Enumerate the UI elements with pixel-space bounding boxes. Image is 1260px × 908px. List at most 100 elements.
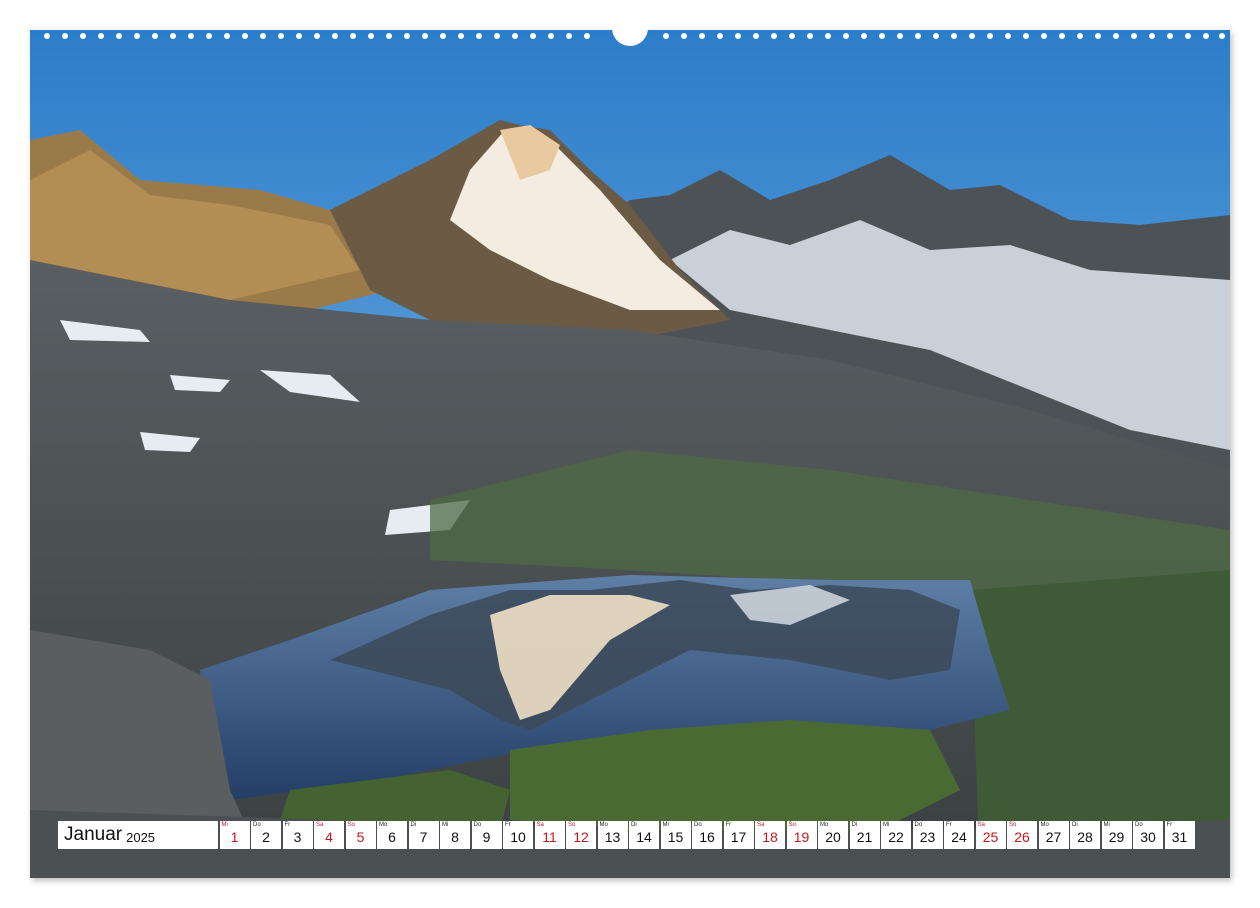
day-cell: Mi 1	[219, 821, 250, 849]
spiral-binding	[44, 28, 1225, 46]
day-cell: Do 23	[912, 821, 943, 849]
weekday-label: So	[1009, 822, 1017, 828]
day-number: 16	[699, 829, 715, 845]
day-cell: Do 9	[471, 821, 502, 849]
day-number: 21	[856, 829, 873, 845]
day-number: 26	[1014, 829, 1030, 845]
day-cell: Sa 11	[534, 821, 565, 849]
day-cell: Mo 20	[818, 821, 848, 849]
weekday-label: Mi	[1103, 822, 1110, 828]
day-cell: Fr 17	[723, 821, 754, 849]
day-number: 18	[762, 829, 778, 845]
day-number: 27	[1045, 829, 1062, 845]
day-number: 15	[667, 829, 684, 845]
weekday-label: Do	[694, 822, 702, 828]
weekday-label: Di	[410, 822, 417, 828]
weekday-label: Mi	[442, 822, 449, 828]
day-number: 22	[888, 829, 904, 845]
day-cell: So 19	[786, 821, 817, 849]
weekday-label: So	[347, 822, 355, 828]
weekday-label: Do	[473, 822, 482, 828]
day-cells: Mi 1 Do 2 Fr 3 Sa 4 So 5 Mo 6 Di 7 Mi 8 Do 9 Fr 10 Sa 11 So 12 M…	[219, 821, 1195, 849]
day-number: 24	[951, 829, 967, 845]
day-cell: Sa 4	[314, 821, 344, 849]
day-cell: Di 7	[408, 821, 439, 849]
weekday-label: Fr	[1166, 822, 1173, 828]
weekday-label: Do	[1135, 822, 1143, 828]
mountain-lake-photo	[30, 30, 1230, 878]
day-number: 1	[230, 829, 239, 845]
day-cell: Mi 15	[660, 821, 691, 849]
day-cell: Fr 31	[1164, 821, 1195, 849]
day-number: 7	[419, 829, 428, 845]
month-name: Januar	[64, 824, 123, 845]
weekday-label: Mo	[599, 822, 608, 828]
weekday-label: Mi	[662, 822, 669, 828]
weekday-label: Fr	[946, 822, 952, 828]
day-number: 13	[604, 829, 621, 845]
calendar-page	[30, 30, 1230, 878]
weekday-label: Di	[631, 822, 637, 828]
day-number: 20	[825, 829, 841, 845]
day-cell: So 26	[1007, 821, 1037, 849]
day-number: 6	[388, 829, 396, 845]
day-cell: Fr 3	[282, 821, 313, 849]
day-number: 10	[510, 829, 526, 845]
day-cell: Sa 18	[755, 821, 785, 849]
weekday-label: So	[788, 822, 796, 828]
weekday-label: Mo	[820, 822, 829, 828]
weekday-label: Fr	[284, 822, 291, 828]
weekday-label: Di	[851, 822, 858, 828]
day-number: 5	[356, 829, 365, 845]
weekday-label: Sa	[977, 822, 985, 828]
weekday-label: Mi	[221, 822, 228, 828]
weekday-label: Do	[914, 822, 923, 828]
weekday-label: Di	[1072, 822, 1078, 828]
day-cell: So 5	[345, 821, 376, 849]
day-number: 9	[482, 829, 491, 845]
day-number: 3	[293, 829, 302, 845]
day-number: 25	[982, 829, 999, 845]
weekday-label: Sa	[757, 822, 765, 828]
day-cell: So 12	[566, 821, 596, 849]
day-number: 29	[1108, 829, 1125, 845]
day-number: 8	[451, 829, 459, 845]
day-number: 23	[919, 829, 936, 845]
day-cell: Sa 25	[975, 821, 1006, 849]
day-cell: Do 2	[251, 821, 281, 849]
weekday-label: Fr	[505, 822, 511, 828]
day-cell: Do 30	[1133, 821, 1163, 849]
day-cell: Fr 24	[944, 821, 974, 849]
day-cell: Di 21	[849, 821, 880, 849]
day-number: 12	[573, 829, 589, 845]
day-number: 4	[325, 829, 333, 845]
day-cell: Mi 8	[440, 821, 470, 849]
weekday-label: Do	[253, 822, 261, 828]
day-cell: Mo 27	[1038, 821, 1069, 849]
day-cell: Di 28	[1070, 821, 1100, 849]
day-cell: Mo 13	[597, 821, 628, 849]
day-cell: Do 16	[692, 821, 722, 849]
day-cell: Mi 29	[1101, 821, 1132, 849]
day-cell: Fr 10	[503, 821, 533, 849]
day-number: 2	[262, 829, 270, 845]
day-cell: Mi 22	[881, 821, 911, 849]
day-cell: Mo 6	[377, 821, 407, 849]
month-label-box: Januar 2025	[58, 821, 218, 849]
weekday-label: So	[568, 822, 576, 828]
day-number: 11	[542, 829, 557, 845]
day-number: 30	[1140, 829, 1156, 845]
day-number: 31	[1171, 829, 1188, 845]
day-number: 14	[636, 829, 652, 845]
day-number: 19	[793, 829, 810, 845]
year: 2025	[126, 829, 156, 845]
weekday-label: Mo	[1040, 822, 1049, 828]
weekday-label: Sa	[536, 822, 544, 828]
day-number: 17	[730, 829, 747, 845]
day-cell: Di 14	[629, 821, 659, 849]
weekday-label: Sa	[316, 822, 324, 828]
weekday-label: Fr	[725, 822, 732, 828]
weekday-label: Mi	[883, 822, 890, 828]
weekday-label: Mo	[379, 822, 388, 828]
day-number: 28	[1077, 829, 1093, 845]
